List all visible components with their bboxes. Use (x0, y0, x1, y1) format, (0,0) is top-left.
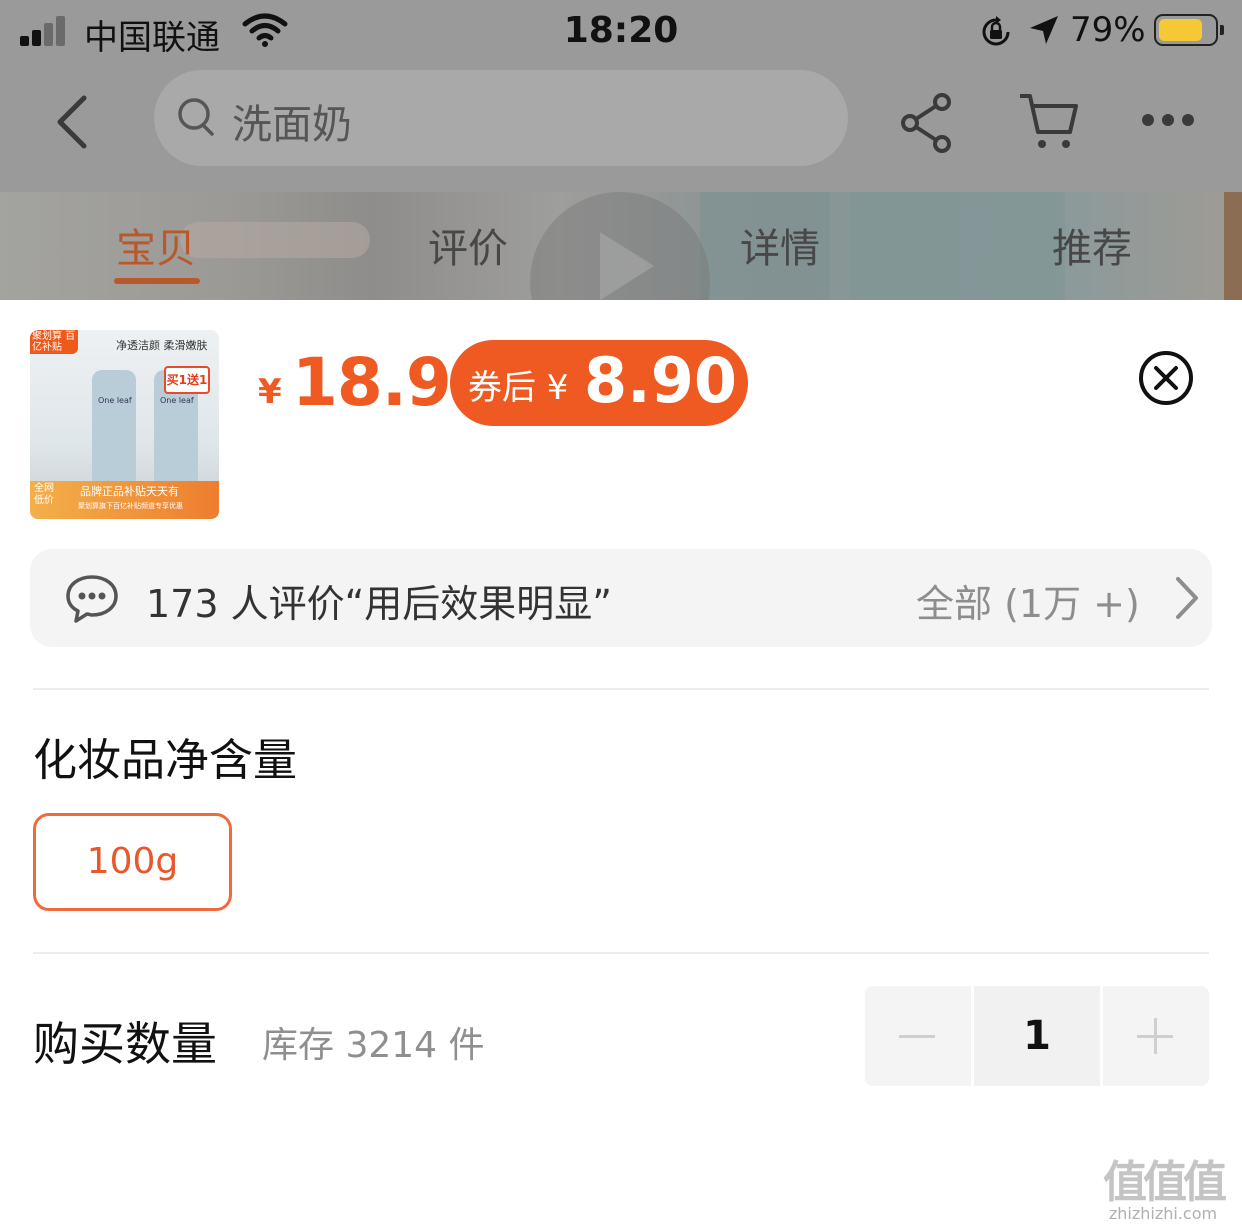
quantity-value[interactable]: 1 (974, 986, 1100, 1086)
search-input[interactable]: 洗面奶 (154, 70, 848, 166)
sku-sheet: 聚划算 百亿补贴 净透洁颜 柔滑嫩肤 One leaf One leaf 买1送… (0, 300, 1242, 1226)
stock-count: 库存 3214 件 (262, 1025, 485, 1066)
tab-reviews[interactable]: 评价 (368, 216, 568, 274)
battery-fill (1159, 19, 1202, 41)
price: 18.9 (292, 344, 452, 421)
review-summary-bar[interactable]: 173 人评价“用后效果明显” 全部 (1万 +) (30, 549, 1212, 647)
tab-recommend[interactable]: 推荐 (992, 216, 1192, 274)
thumb-corner: 全网 低价 (34, 483, 54, 506)
status-bar: 中国联通 18:20 79% (0, 0, 1242, 62)
coupon-label: 券后 ¥ (468, 368, 569, 408)
quantity-title: 购买数量 (33, 1017, 217, 1071)
battery-tip (1220, 25, 1224, 35)
plus-icon-vertical (1154, 1018, 1157, 1054)
thumb-band: 全网 低价 品牌正品补贴天天有 聚划算旗下百亿补贴频道专享优惠 (30, 481, 219, 519)
thumb-band-text: 品牌正品补贴天天有 (80, 485, 179, 498)
review-summary: 173 人评价“用后效果明显” (146, 582, 612, 626)
product-tube: One leaf (92, 370, 136, 488)
watermark-url: zhizhizhi.com (1108, 1204, 1218, 1223)
thumb-promo: 买1送1 (164, 366, 210, 394)
share-icon[interactable] (898, 92, 958, 158)
more-icon[interactable] (1140, 112, 1196, 132)
dimmed-background[interactable]: 中国联通 18:20 79% 洗面奶 宝贝 评价 详情 推荐 (0, 0, 1242, 300)
divider (33, 688, 1209, 690)
coupon-price: 8.90 (584, 344, 737, 417)
battery-icon (1154, 14, 1224, 46)
price-currency: ¥ (258, 372, 282, 412)
comment-icon (64, 573, 120, 629)
tab-details[interactable]: 详情 (680, 216, 880, 274)
battery-percent: 79% (1070, 10, 1146, 50)
product-sku-page: 中国联通 18:20 79% 洗面奶 宝贝 评价 详情 推荐 聚划算 百亿补贴 … (0, 0, 1242, 1226)
tab-bar: 宝贝 评价 详情 推荐 (0, 192, 1242, 300)
chevron-right-icon (1172, 575, 1200, 625)
spec-option-100g[interactable]: 100g (33, 813, 232, 911)
quantity-stepper: 1 (865, 986, 1209, 1086)
rotation-lock-icon (978, 14, 1014, 54)
coupon-price-badge: 券后 ¥ 8.90 (450, 340, 748, 426)
spec-title: 化妆品净含量 (33, 735, 297, 786)
tab-item[interactable]: 宝贝 (56, 216, 256, 274)
tube-brand: One leaf (160, 396, 194, 405)
thumb-slogan: 净透洁颜 柔滑嫩肤 (116, 339, 208, 352)
location-icon (1028, 14, 1060, 50)
back-icon[interactable] (52, 92, 92, 156)
search-text: 洗面奶 (232, 102, 352, 148)
product-thumbnail[interactable]: 聚划算 百亿补贴 净透洁颜 柔滑嫩肤 One leaf One leaf 买1送… (30, 330, 219, 519)
decrease-button[interactable] (865, 986, 971, 1086)
thumb-band-sub: 聚划算旗下百亿补贴频道专享优惠 (78, 502, 183, 510)
cart-icon[interactable] (1016, 90, 1080, 158)
minus-icon (899, 1035, 935, 1038)
tube-brand: One leaf (98, 396, 132, 405)
nav-bar: 洗面奶 (0, 62, 1242, 184)
thumb-badge: 聚划算 百亿补贴 (30, 330, 78, 354)
divider (33, 952, 1209, 954)
watermark: 值值值 zhizhizhi.com (1090, 1146, 1236, 1223)
close-icon[interactable] (1138, 350, 1194, 410)
review-all-link[interactable]: 全部 (1万 +) (916, 573, 1140, 628)
increase-button[interactable] (1103, 986, 1209, 1086)
watermark-logo: 值值值 (1103, 1157, 1227, 1208)
active-tab-indicator (114, 278, 200, 284)
search-icon (176, 96, 218, 144)
